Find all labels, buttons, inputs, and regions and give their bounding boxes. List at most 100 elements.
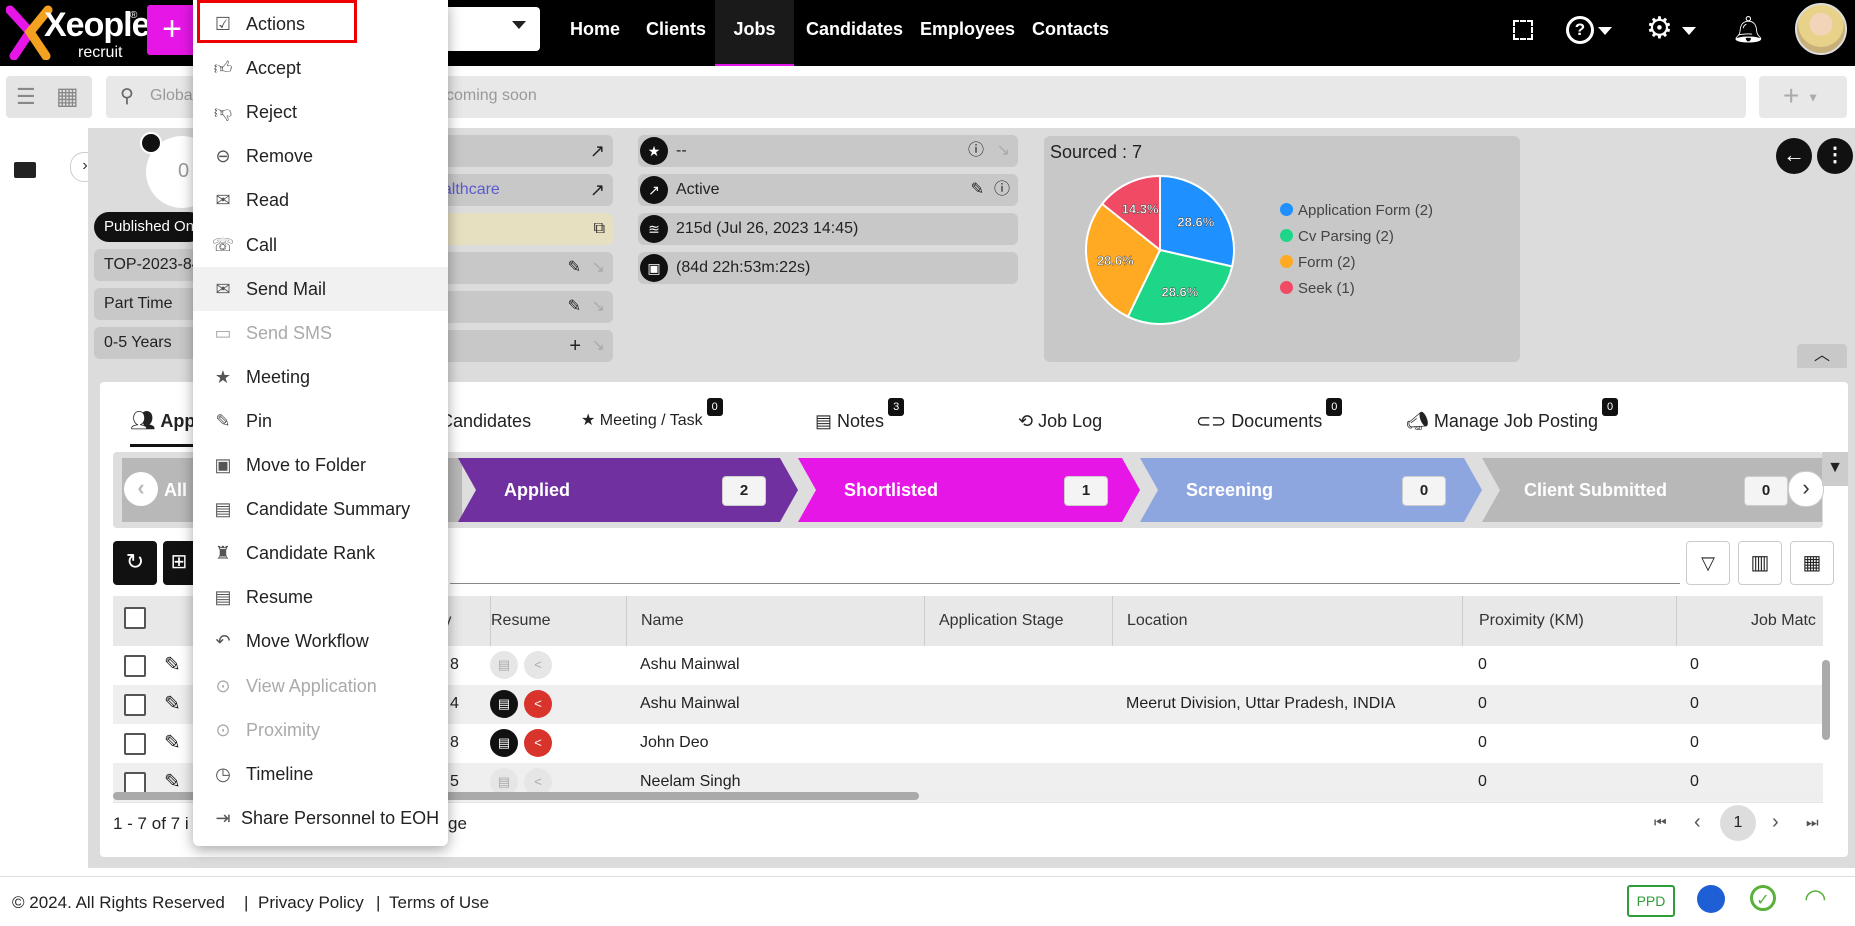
tab-job-log[interactable]: ⟲ Job Log [1018,398,1102,444]
open-link-icon[interactable]: ↗ [590,135,605,167]
grid-columns-button[interactable]: ▥ [1738,541,1782,585]
ppd-badge[interactable]: PPD [1627,885,1675,917]
tab-documents[interactable]: ⊂⊃ Documents0 [1196,398,1343,444]
pipeline-stage-applied[interactable]: Applied 2 [458,458,798,522]
menu-item-actions[interactable]: ☑ Actions [193,0,448,46]
pipeline-stage-shortlisted[interactable]: Shortlisted 1 [798,458,1140,522]
pipeline-prev-icon[interactable]: ‹ [124,472,158,506]
pin-icon[interactable]: ✎ [164,646,181,684]
legend-item[interactable]: Cv Parsing (2) [1280,224,1433,250]
document-icon[interactable]: ▤ [490,651,518,679]
grid-filter-button[interactable]: ▽ [1686,541,1730,585]
pin-icon[interactable]: ✎ [164,685,181,723]
pipeline-stage-screening[interactable]: Screening 0 [1140,458,1482,522]
fullscreen-icon[interactable] [1513,20,1533,40]
edit-icon[interactable]: ✎ [568,252,581,284]
legend-item[interactable]: Application Form (2) [1280,198,1433,224]
bell-icon[interactable]: 🔔︎ [1732,14,1765,45]
nav-candidates[interactable]: Candidates [806,0,903,64]
gear-icon[interactable]: ⚙ [1646,14,1673,44]
menu-item-meeting[interactable]: ★ Meeting [193,355,448,399]
menu-item-reject[interactable]: 👎︎ Reject [193,90,448,134]
add-icon[interactable]: + [569,330,581,362]
grid-density-button[interactable]: ▦ [1790,541,1834,585]
menu-item-resume[interactable]: ▤ Resume [193,575,448,619]
first-page-icon[interactable]: ⏮︎ [1654,814,1667,831]
nav-jobs[interactable]: Jobs [715,0,794,67]
settings-chevron-icon[interactable] [1682,27,1696,35]
menu-item-send-mail[interactable]: ✉ Send Mail [193,266,448,311]
list-view-icon[interactable]: ☰ [16,84,36,110]
edit-icon[interactable]: ✎ [568,291,581,323]
pipeline-stage-client-submitted[interactable]: Client Submitted 0 [1482,458,1822,522]
col-header-name[interactable]: Name [626,596,684,646]
col-header-job-match[interactable]: Job Matc [1676,596,1821,646]
help-chevron-icon[interactable] [1598,27,1612,35]
menu-item-candidate-summary[interactable]: ▤ Candidate Summary [193,487,448,531]
nav-clients[interactable]: Clients [646,0,706,64]
tab-notes[interactable]: ▤ Notes3 [815,398,905,444]
document-icon[interactable]: ▤ [490,690,518,718]
row-checkbox[interactable] [124,694,146,716]
job-select-dropdown[interactable] [440,7,540,51]
refresh-button[interactable]: ↻ [113,541,157,585]
pin-icon[interactable]: ✎ [164,724,181,762]
share-icon[interactable]: < [524,690,552,718]
prev-page-icon[interactable]: ‹ [1694,811,1701,834]
nav-employees[interactable]: Employees [920,0,1015,64]
external-link-icon[interactable]: ⧉ [594,213,605,245]
info-icon[interactable]: ⓘ [994,174,1010,206]
pipeline-filter-icon[interactable]: ▼ [1822,452,1848,486]
share-icon[interactable]: < [524,651,552,679]
tab-candidates[interactable]: Candidates [440,398,531,444]
menu-item-accept[interactable]: 👍︎ Accept [193,46,448,90]
col-header-application-stage[interactable]: Application Stage [924,596,1064,646]
grid-view-icon[interactable]: ▦ [56,82,79,111]
menu-item-pin[interactable]: ✎ Pin [193,399,448,443]
add-new-button[interactable]: + ▼ [1759,76,1847,118]
tab-manage-job-posting[interactable]: 📣︎ Manage Job Posting0 [1406,398,1619,444]
legend-item[interactable]: Form (2) [1280,250,1433,276]
legend-item[interactable]: Seek (1) [1280,276,1433,302]
briefcase-icon[interactable] [14,162,36,178]
share-icon[interactable]: < [524,729,552,757]
help-icon[interactable]: ? [1566,16,1594,44]
nav-home[interactable]: Home [570,0,620,64]
next-page-icon[interactable]: › [1772,811,1779,834]
open-link-icon[interactable]: ↗ [590,174,605,206]
expand-button[interactable]: ⊞ [163,541,195,585]
info-icon[interactable]: ⓘ [968,135,984,167]
collapse-header-button[interactable]: ︿ [1797,344,1847,368]
menu-item-move-to-folder[interactable]: ▣ Move to Folder [193,443,448,487]
tab-meeting-task[interactable]: ★ Meeting / Task0 [581,398,723,444]
user-circle-icon[interactable] [1697,885,1725,913]
menu-item-read[interactable]: ✉ Read [193,178,448,222]
vertical-scrollbar-thumb[interactable] [1822,660,1830,740]
menu-item-call[interactable]: ☏ Call [193,223,448,267]
quick-add-button[interactable]: + [147,5,197,55]
menu-item-candidate-rank[interactable]: ♜ Candidate Rank [193,531,448,575]
select-all-checkbox[interactable] [124,607,146,629]
row-checkbox[interactable] [124,733,146,755]
last-page-icon[interactable]: ⏭︎ [1806,814,1819,831]
menu-item-remove[interactable]: ⊖ Remove [193,134,448,178]
pipeline-next-button[interactable]: › [1788,471,1824,507]
current-page[interactable]: 1 [1720,805,1756,841]
row-checkbox[interactable] [124,772,146,794]
edit-icon[interactable]: ✎ [971,174,984,206]
check-circle-icon[interactable]: ✓ [1750,885,1776,911]
row-checkbox[interactable] [124,655,146,677]
terms-of-use-link[interactable]: Terms of Use [389,893,489,913]
menu-item-share-personnel-to-eoh[interactable]: ⇥ Share Personnel to EOH [193,796,448,840]
privacy-policy-link[interactable]: Privacy Policy [258,893,364,913]
avatar[interactable] [1795,3,1847,55]
document-icon[interactable]: ▤ [490,729,518,757]
col-header-proximity[interactable]: Proximity (KM) [1462,596,1584,646]
menu-item-timeline[interactable]: ◷ Timeline [193,752,448,796]
col-header-resume[interactable]: Resume [490,596,551,646]
nav-contacts[interactable]: Contacts [1032,0,1109,64]
brand-logo[interactable]: Xeople ® recruit [6,2,150,62]
col-header-location[interactable]: Location [1112,596,1188,646]
menu-item-move-workflow[interactable]: ↶ Move Workflow [193,619,448,663]
back-button[interactable]: ← [1776,138,1812,174]
